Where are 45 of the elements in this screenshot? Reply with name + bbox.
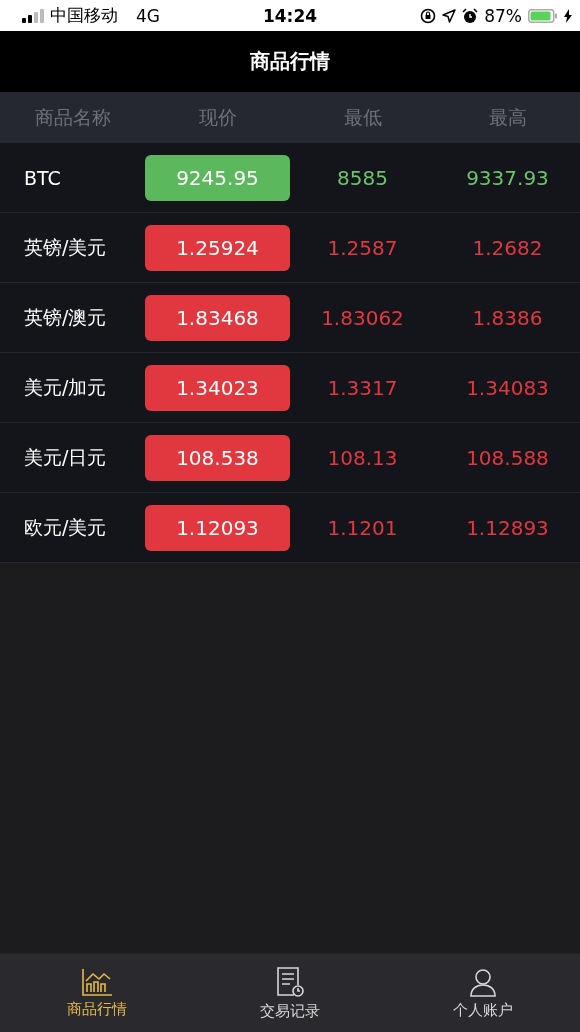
chart-icon <box>80 967 113 996</box>
carrier-name: 中国移动 <box>50 4 118 27</box>
low-price: 1.83062 <box>320 305 405 330</box>
instrument-name: 英镑/美元 <box>23 234 108 260</box>
clock-time: 14:24 <box>261 5 319 26</box>
price-badge: 1.83468 <box>145 294 290 341</box>
tab-item[interactable]: 商品行情 <box>0 954 194 1032</box>
low-price: 1.1201 <box>326 515 399 540</box>
high-price: 1.2682 <box>471 235 544 260</box>
high-price: 9337.93 <box>465 165 550 190</box>
instrument-name: 美元/加元 <box>23 374 108 400</box>
low-price: 1.2587 <box>326 235 399 260</box>
low-price: 108.13 <box>326 445 399 470</box>
charging-icon <box>564 8 572 23</box>
column-header: 最低 <box>342 104 383 130</box>
price-badge: 1.12093 <box>145 504 290 551</box>
location-icon <box>442 8 457 23</box>
signal-icon <box>22 8 44 23</box>
column-header: 商品名称 <box>33 104 112 130</box>
price-badge: 9245.95 <box>145 154 290 201</box>
high-price: 1.12893 <box>465 515 550 540</box>
column-header: 现价 <box>197 104 238 130</box>
tab-item[interactable]: 交易记录 <box>193 954 387 1032</box>
high-price: 1.34083 <box>465 375 550 400</box>
instrument-name: BTC <box>23 166 62 189</box>
person-icon <box>468 966 499 997</box>
high-price: 1.8386 <box>471 305 544 330</box>
tab-item[interactable]: 个人账户 <box>386 954 580 1032</box>
high-price: 108.588 <box>465 445 550 470</box>
document-clock-icon <box>274 965 306 998</box>
price-badge: 1.25924 <box>145 224 290 271</box>
page-title: 商品行情 <box>250 48 330 75</box>
instrument-name: 英镑/澳元 <box>23 304 108 330</box>
low-price: 1.3317 <box>326 375 399 400</box>
alarm-icon <box>462 7 479 24</box>
column-header: 最高 <box>487 104 528 130</box>
instrument-name: 美元/日元 <box>23 444 108 470</box>
price-badge: 108.538 <box>145 434 290 481</box>
battery-icon <box>528 8 558 23</box>
rotation-lock-icon <box>420 7 437 24</box>
battery-percent: 87% <box>484 5 522 26</box>
network-type: 4G <box>136 5 160 26</box>
price-badge: 1.34023 <box>145 364 290 411</box>
low-price: 8585 <box>336 165 389 190</box>
instrument-name: 欧元/美元 <box>23 514 108 540</box>
